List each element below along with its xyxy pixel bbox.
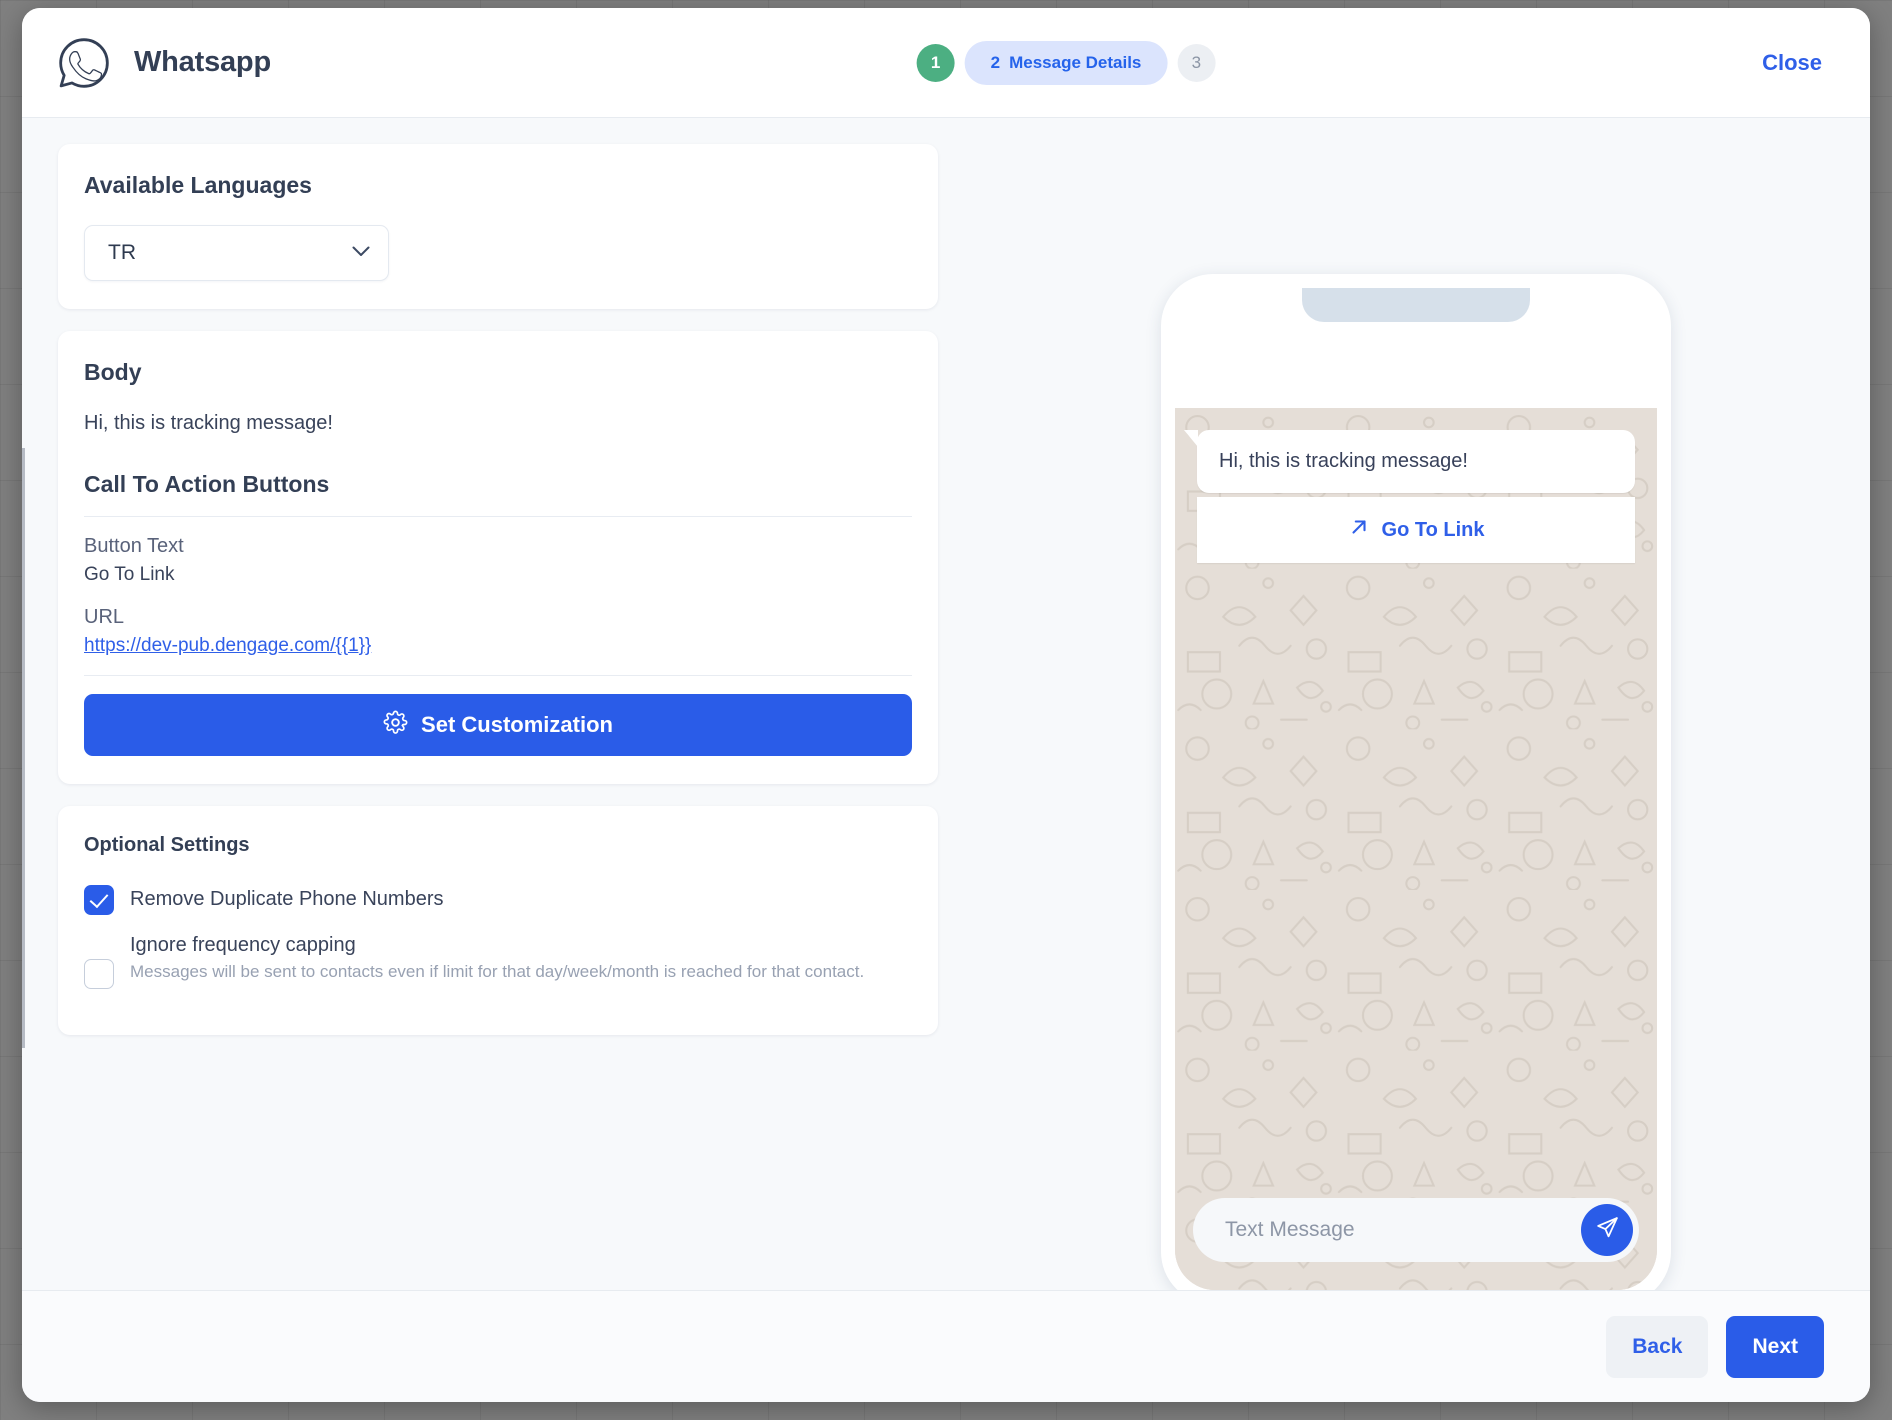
- step-1-number: 1: [930, 52, 941, 72]
- set-customization-label: Set Customization: [421, 712, 613, 737]
- close-button[interactable]: Close: [1762, 50, 1822, 76]
- preview-message-bubble: Hi, this is tracking message!: [1184, 430, 1635, 493]
- url-label: URL: [84, 606, 125, 628]
- gear-icon: [383, 710, 408, 741]
- remove-duplicates-label: Remove Duplicate Phone Numbers: [130, 887, 444, 910]
- optional-settings-card: Optional Settings Remove Duplicate Phone…: [58, 806, 938, 1035]
- modal-body: Available Languages TR Body Hi, this is …: [22, 118, 1870, 1290]
- preview-cta-label: Go To Link: [1381, 518, 1485, 541]
- send-button[interactable]: [1581, 1204, 1633, 1256]
- set-customization-button[interactable]: Set Customization: [84, 694, 912, 756]
- step-1[interactable]: 1: [916, 43, 955, 82]
- page-title: Whatsapp: [134, 46, 271, 78]
- button-text-value: Go To Link: [84, 564, 175, 585]
- option-remove-duplicates-row: Remove Duplicate Phone Numbers: [84, 883, 912, 915]
- step-2-message-details[interactable]: 2 Message Details: [964, 40, 1168, 85]
- button-text-label: Button Text: [84, 535, 184, 557]
- step-2-label: Message Details: [1009, 52, 1142, 72]
- left-edge-marker: [22, 448, 25, 1048]
- back-button[interactable]: Back: [1606, 1315, 1709, 1378]
- preview-composer[interactable]: Text Message: [1193, 1198, 1639, 1262]
- settings-column: Available Languages TR Body Hi, this is …: [22, 144, 962, 1290]
- body-title: Body: [84, 359, 142, 385]
- language-select-value: TR: [108, 241, 136, 264]
- available-languages-card: Available Languages TR: [58, 144, 938, 309]
- next-button[interactable]: Next: [1726, 1315, 1824, 1378]
- remove-duplicates-checkbox[interactable]: [84, 885, 114, 915]
- step-3-number: 3: [1191, 52, 1202, 72]
- body-card: Body Hi, this is tracking message! Call …: [58, 331, 938, 784]
- step-2-number: 2: [990, 52, 1001, 72]
- optional-settings-title: Optional Settings: [84, 834, 250, 856]
- modal-header: Whatsapp 1 2 Message Details 3 Close: [22, 8, 1870, 118]
- url-value-link[interactable]: https://dev-pub.dengage.com/{{1}}: [84, 635, 371, 657]
- composer-placeholder: Text Message: [1225, 1218, 1355, 1241]
- preview-cta-button[interactable]: Go To Link: [1197, 497, 1635, 563]
- cta-heading: Call To Action Buttons: [84, 471, 330, 497]
- step-3[interactable]: 3: [1177, 43, 1216, 82]
- whatsapp-message-details-modal: Whatsapp 1 2 Message Details 3 Close Ava…: [22, 8, 1870, 1402]
- brand: Whatsapp: [56, 35, 271, 91]
- send-icon: [1595, 1215, 1620, 1245]
- ignore-frequency-capping-description: Messages will be sent to contacts even i…: [130, 962, 865, 981]
- divider: [84, 516, 912, 517]
- arrow-up-right-icon: [1348, 516, 1370, 544]
- step-indicator: 1 2 Message Details 3: [916, 40, 1216, 85]
- phone-notch: [1302, 288, 1530, 322]
- available-languages-title: Available Languages: [84, 172, 312, 198]
- phone-screen: Hi, this is tracking message! Go To Link: [1175, 288, 1657, 1290]
- language-select[interactable]: TR: [84, 225, 389, 281]
- phone-preview: Hi, this is tracking message! Go To Link: [1161, 274, 1671, 1290]
- body-message-text: Hi, this is tracking message!: [84, 412, 333, 434]
- whatsapp-icon: [56, 35, 112, 91]
- ignore-frequency-capping-label: Ignore frequency capping: [130, 934, 356, 956]
- option-ignore-capping-row: Ignore frequency capping Messages will b…: [84, 933, 912, 989]
- divider-2: [84, 675, 912, 676]
- ignore-frequency-capping-checkbox[interactable]: [84, 959, 114, 989]
- modal-footer: Back Next: [22, 1290, 1870, 1402]
- chevron-down-icon: [352, 244, 370, 262]
- chat-area: Hi, this is tracking message! Go To Link: [1175, 408, 1657, 1290]
- preview-column: Hi, this is tracking message! Go To Link: [962, 144, 1870, 1290]
